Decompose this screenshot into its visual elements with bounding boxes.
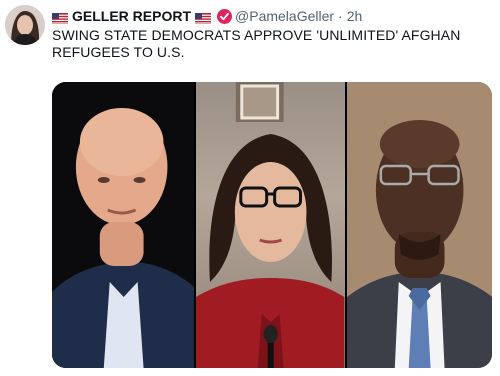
tweet[interactable]: GELLER REPORT @PamelaGeller · 2h SWING S…: [52, 6, 492, 61]
timestamp[interactable]: 2h: [347, 8, 363, 24]
photo-panel-right: [346, 82, 492, 368]
handle[interactable]: @PamelaGeller: [235, 8, 334, 24]
us-flag-icon: [195, 11, 212, 24]
separator: ·: [338, 8, 343, 24]
display-name[interactable]: GELLER REPORT: [72, 8, 191, 24]
us-flag-icon: [52, 11, 68, 24]
verified-badge-icon: [217, 8, 233, 24]
avatar[interactable]: [5, 5, 45, 45]
photo-panel-center: [196, 82, 345, 368]
tweet-header: GELLER REPORT @PamelaGeller · 2h: [52, 6, 492, 26]
photo-panel-left: [52, 82, 195, 368]
tweet-text: SWING STATE DEMOCRATS APPROVE 'UNLIMITED…: [52, 27, 461, 60]
tweet-media[interactable]: [52, 82, 492, 368]
